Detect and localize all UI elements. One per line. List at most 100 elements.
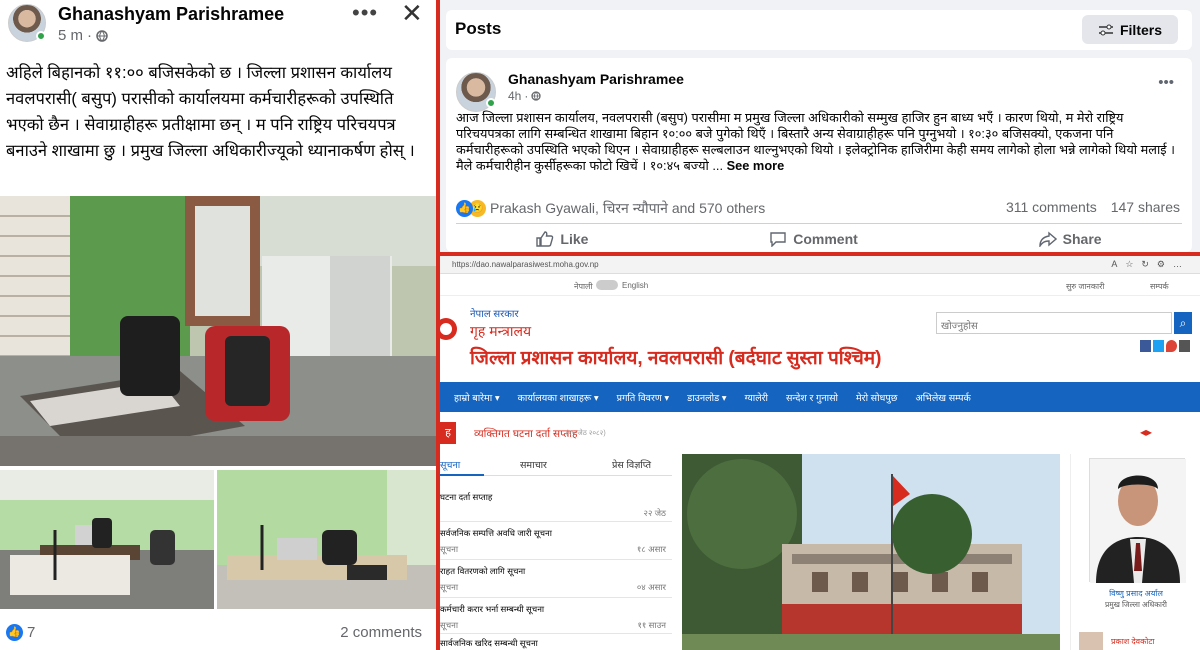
post-photo-main[interactable] <box>0 196 436 466</box>
tab-news[interactable]: समाचार <box>484 452 564 476</box>
post-meta: 4h · <box>508 89 542 103</box>
reaction-count: 7 <box>27 624 36 641</box>
post-time[interactable]: 5 m <box>58 27 83 44</box>
mobile-post-panel: Ghanashyam Parishramee 5 m · ••• ✕ अहिले… <box>0 0 436 650</box>
info-officer-thumb[interactable] <box>1079 632 1103 650</box>
twitter-icon[interactable] <box>1153 340 1164 352</box>
website-screenshot: https://dao.nawalparasiwest.moha.gov.np … <box>440 256 1200 650</box>
close-icon[interactable]: ✕ <box>401 0 423 29</box>
notice-title[interactable]: घटना दर्ता सप्ताह <box>440 492 492 503</box>
like-reaction-icon: 👍 <box>456 200 473 217</box>
nav-item[interactable]: ग्यालेरी <box>745 391 768 404</box>
nav-item[interactable]: कार्यालयका शाखाहरू ▾ <box>518 391 599 404</box>
post-action-bar: Like Comment Share <box>446 226 1192 252</box>
filters-label: Filters <box>1119 21 1162 38</box>
language-toggle[interactable] <box>596 280 618 290</box>
share-button[interactable]: Share <box>1038 231 1102 247</box>
office-title: जिल्ला प्रशासन कार्यालय, नवलपरासी (बर्दघ… <box>470 348 882 369</box>
search-icon[interactable]: ⌕ <box>1174 312 1192 334</box>
site-header: नेपाल सरकार गृह मन्त्रालय जिल्ला प्रशासन… <box>440 296 1200 382</box>
reaction-summary[interactable]: 👍 7 <box>6 624 35 641</box>
nav-item[interactable]: प्रगति विवरण ▾ <box>617 391 669 404</box>
notice-title[interactable]: राहत वितरणको लागि सूचना <box>440 566 525 577</box>
comment-label: Comment <box>793 231 858 247</box>
nav-item[interactable]: डाउनलोड ▾ <box>687 391 726 404</box>
filters-button[interactable]: Filters <box>1082 15 1178 44</box>
cdo-photo[interactable] <box>1089 458 1186 583</box>
online-status-dot <box>36 31 46 41</box>
cdo-portrait <box>1090 459 1186 583</box>
online-status-dot <box>486 98 496 108</box>
notice-label: सूचना <box>440 620 459 630</box>
notice-date: ०४ असार <box>636 582 666 592</box>
like-reaction-icon: 👍 <box>6 624 23 641</box>
share-count-link[interactable]: 147 shares <box>1111 199 1180 215</box>
browser-toolbar-icons[interactable]: A☆↻⚙… <box>1111 259 1190 270</box>
post-body: आज जिल्ला प्रशासन कार्यालय, नवलपरासी (बस… <box>456 110 1175 173</box>
notice-title[interactable]: कर्मचारी करार भर्ना सम्बन्धी सूचना <box>440 604 544 615</box>
registration-desk-image <box>0 470 214 609</box>
thumbs-up-icon <box>536 231 554 247</box>
ticker-date: (१५ जेठ २०८२) <box>566 430 606 437</box>
post-photo-2[interactable] <box>0 470 214 609</box>
see-more-link[interactable]: See more <box>727 158 785 173</box>
site-nav-bar: हाम्रो बारेमा ▾ कार्यालयका शाखाहरू ▾ प्र… <box>440 382 1200 412</box>
engagement-counts: 311 comments 147 shares <box>1006 199 1180 215</box>
ticker-arrows-icon[interactable]: ◂▸ <box>1140 425 1152 439</box>
comment-count-link[interactable]: 2 comments <box>340 624 422 641</box>
post-photo-3[interactable] <box>217 470 436 609</box>
post-body-text: अहिले बिहानको ११:०० बजिसकेको छ । जिल्ला … <box>6 64 415 160</box>
reactor-names[interactable]: Prakash Gyawali, चिरन न्यौपाने and 570 o… <box>490 199 765 218</box>
post-meta: 5 m · <box>58 27 108 44</box>
cdo-name[interactable]: विष्णु प्रसाद अर्याल <box>1071 588 1200 599</box>
comment-count-link[interactable]: 311 comments <box>1006 199 1097 215</box>
facebook-icon[interactable] <box>1140 340 1151 352</box>
ministry-label: गृह मन्त्रालय <box>470 323 532 339</box>
reaction-summary[interactable]: 👍 😢 Prakash Gyawali, चिरन न्यौपाने and 5… <box>456 199 765 218</box>
more-options-icon[interactable]: ••• <box>1158 74 1174 91</box>
notice-label: सूचना <box>440 582 459 592</box>
post-author-name[interactable]: Ghanashyam Parishramee <box>58 4 284 25</box>
sitemap-icon[interactable] <box>1179 340 1190 352</box>
comment-button[interactable]: Comment <box>769 231 858 247</box>
list-item[interactable]: राहत वितरणको लागि सूचना सूचना ०४ असार <box>440 560 672 598</box>
officials-sidebar: विष्णु प्रसाद अर्याल प्रमुख जिल्ला अधिका… <box>1070 454 1200 650</box>
nav-item[interactable]: अभिलेख सम्पर्क <box>915 391 970 404</box>
post-time[interactable]: 4h <box>508 89 521 103</box>
more-options-icon[interactable]: ••• <box>352 0 378 26</box>
list-item[interactable]: घटना दर्ता सप्ताह २२ जेठ <box>440 484 672 522</box>
notice-title[interactable]: सर्वजनिक सम्पत्ति अवधि जारी सूचना <box>440 528 552 539</box>
top-right-info[interactable]: सुरु जानकारी <box>1066 281 1104 292</box>
office-building-photo[interactable] <box>682 454 1060 650</box>
url-text[interactable]: https://dao.nawalparasiwest.moha.gov.np <box>452 260 599 269</box>
contact-link[interactable]: सम्पर्क <box>1150 281 1169 292</box>
location-pin-icon[interactable] <box>1166 340 1177 352</box>
post-card: Ghanashyam Parishramee 4h · ••• आज जिल्ल… <box>446 58 1192 252</box>
posts-section-title: Posts <box>455 19 502 38</box>
nav-item[interactable]: हाम्रो बारेमा ▾ <box>454 391 500 404</box>
site-top-strip: नेपाली English सुरु जानकारी सम्पर्क <box>440 274 1200 296</box>
nav-item[interactable]: मेरो सोधपुछ <box>856 391 897 404</box>
share-arrow-icon <box>1038 231 1057 247</box>
list-item[interactable]: कर्मचारी करार भर्ना सम्बन्धी सूचना सूचना… <box>440 598 672 634</box>
like-button[interactable]: Like <box>536 231 588 247</box>
action-divider <box>456 223 1182 224</box>
info-officer-name[interactable]: प्रकाश देवकोटा <box>1111 636 1154 647</box>
list-item[interactable]: सर्वजनिक सम्पत्ति अवधि जारी सूचना सूचना … <box>440 522 672 560</box>
site-search-input[interactable]: खोज्नुहोस <box>936 312 1172 334</box>
ticker-text[interactable]: व्यक्तिगत घटना दर्ता सप्ताह <box>474 427 578 441</box>
posts-header-bar: Posts Filters <box>446 10 1192 50</box>
notice-tabs: सूचना समाचार प्रेस विज्ञप्ति <box>440 452 672 476</box>
post-author-name[interactable]: Ghanashyam Parishramee <box>508 71 684 87</box>
notice-title[interactable]: सार्वजनिक खरिद सम्बन्धी सूचना <box>440 638 538 649</box>
tab-press[interactable]: प्रेस विज्ञप्ति <box>564 452 672 476</box>
list-item[interactable]: सार्वजनिक खरिद सम्बन्धी सूचना <box>440 634 672 650</box>
lang-eng[interactable]: English <box>622 281 648 290</box>
notice-label: सूचना <box>440 544 459 554</box>
lang-nep[interactable]: नेपाली <box>574 281 593 292</box>
nav-item[interactable]: सन्देश र गुनासो <box>786 391 838 404</box>
govt-label: नेपाल सरकार <box>470 309 519 320</box>
filter-sliders-icon <box>1098 24 1113 35</box>
tab-notices[interactable]: सूचना <box>440 452 484 476</box>
cdo-title: प्रमुख जिल्ला अधिकारी <box>1105 600 1167 609</box>
